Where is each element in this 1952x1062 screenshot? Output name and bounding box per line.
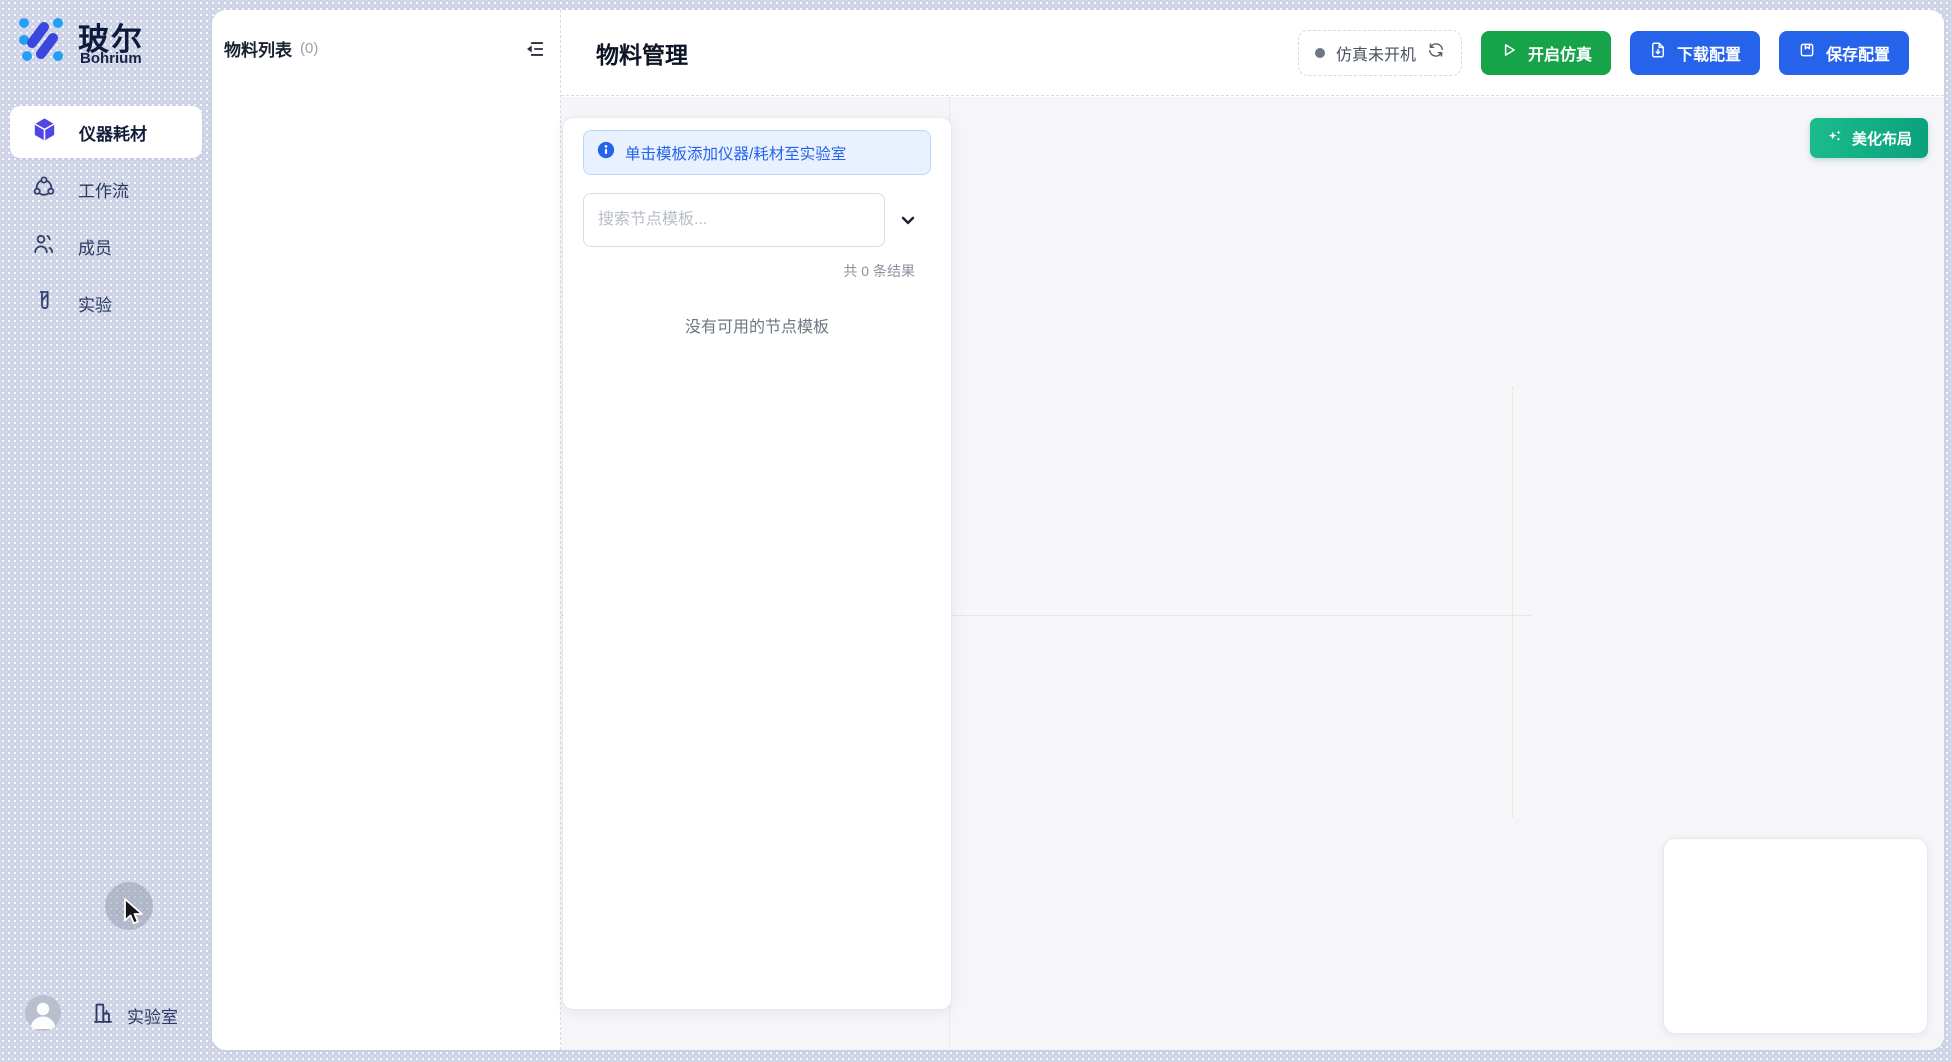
members-icon bbox=[32, 232, 56, 261]
materials-list-header: 物料列表 (0) bbox=[224, 36, 546, 61]
sidebar-footer: 实验室 bbox=[0, 990, 212, 1036]
chevron-down-icon[interactable] bbox=[885, 210, 931, 230]
collapse-panel-icon[interactable] bbox=[522, 37, 546, 61]
beautify-layout-label: 美化布局 bbox=[1852, 128, 1912, 149]
sidebar-item-workflow[interactable]: 工作流 bbox=[10, 163, 202, 215]
search-row bbox=[583, 193, 931, 247]
empty-state-text: 没有可用的节点模板 bbox=[583, 313, 931, 337]
materials-count: (0) bbox=[300, 40, 318, 57]
start-simulation-button[interactable]: 开启仿真 bbox=[1481, 31, 1611, 75]
sidebar-item-label: 仪器耗材 bbox=[79, 120, 147, 145]
save-config-label: 保存配置 bbox=[1826, 41, 1890, 65]
materials-list-title: 物料列表 bbox=[224, 36, 292, 61]
header-actions: 仿真未开机 开启仿真 bbox=[1298, 30, 1909, 76]
beautify-layout-button[interactable]: 美化布局 bbox=[1810, 118, 1928, 158]
canvas-minimap[interactable] bbox=[1663, 838, 1928, 1034]
save-config-button[interactable]: 保存配置 bbox=[1779, 31, 1909, 75]
cube-icon bbox=[32, 117, 57, 147]
lab-link[interactable]: 实验室 bbox=[90, 1000, 178, 1031]
hint-banner-text: 单击模板添加仪器/耗材至实验室 bbox=[625, 142, 846, 164]
mouse-cursor bbox=[122, 897, 148, 932]
brand-name-en: Bohrium bbox=[80, 50, 142, 67]
building-icon bbox=[90, 1000, 116, 1031]
page-title: 物料管理 bbox=[596, 36, 688, 70]
info-icon bbox=[597, 141, 615, 164]
results-count: 共 0 条结果 bbox=[583, 261, 931, 281]
simulation-status-pill[interactable]: 仿真未开机 bbox=[1298, 30, 1462, 76]
main-header: 物料管理 仿真未开机 bbox=[561, 10, 1944, 96]
sidebar-item-experiments[interactable]: 实验 bbox=[10, 277, 202, 329]
experiment-icon bbox=[32, 289, 56, 318]
content-window: 物料列表 (0) 物料管理 仿真未开机 bbox=[212, 10, 1944, 1050]
download-config-button[interactable]: 下载配置 bbox=[1630, 31, 1760, 75]
refresh-icon[interactable] bbox=[1427, 41, 1445, 64]
brand-logo bbox=[17, 14, 65, 67]
user-avatar[interactable] bbox=[25, 995, 61, 1031]
hint-banner: 单击模板添加仪器/耗材至实验室 bbox=[583, 130, 931, 175]
panel-divider bbox=[560, 10, 561, 1050]
sidebar-item-members[interactable]: 成员 bbox=[10, 220, 202, 272]
status-label: 仿真未开机 bbox=[1336, 41, 1416, 65]
sidebar-item-label: 工作流 bbox=[78, 177, 129, 202]
search-input[interactable] bbox=[583, 193, 885, 247]
sidebar-nav: 仪器耗材 工作流 成员 bbox=[10, 106, 202, 329]
node-template-panel: 单击模板添加仪器/耗材至实验室 共 0 条结果 没有可用的节点模板 bbox=[563, 118, 951, 1009]
bohrium-logo-icon bbox=[17, 14, 65, 67]
lab-label: 实验室 bbox=[127, 1003, 178, 1028]
sidebar-item-label: 实验 bbox=[78, 291, 112, 316]
save-icon bbox=[1798, 41, 1816, 64]
sparkles-icon bbox=[1826, 128, 1843, 149]
play-icon bbox=[1500, 41, 1518, 64]
download-config-label: 下载配置 bbox=[1677, 41, 1741, 65]
canvas-guide-line bbox=[1512, 387, 1513, 817]
materials-list-panel: 物料列表 (0) bbox=[212, 10, 560, 1050]
status-dot-icon bbox=[1315, 48, 1325, 58]
sidebar-item-instruments[interactable]: 仪器耗材 bbox=[10, 106, 202, 158]
start-simulation-label: 开启仿真 bbox=[1528, 41, 1592, 65]
workflow-icon bbox=[32, 175, 56, 204]
sidebar-item-label: 成员 bbox=[78, 234, 112, 259]
file-download-icon bbox=[1649, 41, 1667, 64]
